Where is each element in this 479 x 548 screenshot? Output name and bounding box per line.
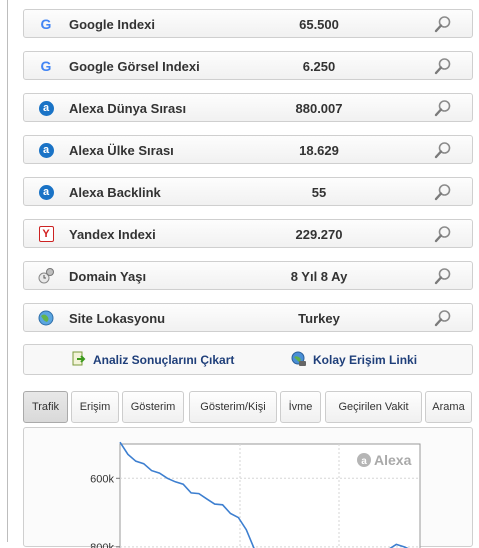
tab-3[interactable]: Gösterim [122, 391, 184, 423]
y-tick-label: 600k [90, 473, 114, 485]
traffic-chart: 600k 800k a Alexa [90, 441, 421, 548]
y-tick-label: 800k [90, 542, 114, 548]
stat-label: Yandex Indexi [69, 227, 156, 242]
traffic-chart-panel: 600k 800k a Alexa [23, 427, 473, 548]
stat-value: 6.250 [302, 59, 336, 74]
alexa-icon: a [38, 100, 54, 116]
export-results-link[interactable]: Analiz Sonuçlarını Çıkart [72, 351, 234, 367]
tab-4[interactable]: Gösterim/Kişi [189, 391, 277, 423]
stat-value: Turkey [298, 311, 340, 326]
magnifier-icon[interactable] [434, 309, 452, 327]
stat-value: 880.007 [295, 101, 343, 116]
alexa-watermark: Alexa [374, 452, 412, 468]
stat-row: a Alexa Dünya Sırası 880.007 [23, 93, 473, 122]
magnifier-icon[interactable] [434, 225, 452, 243]
action-bar: Analiz Sonuçlarını Çıkart Kolay Erişim L… [23, 344, 473, 375]
magnifier-icon[interactable] [434, 57, 452, 75]
magnifier-icon[interactable] [434, 15, 452, 33]
tab-2[interactable]: Erişim [71, 391, 119, 423]
yandex-icon: Y [38, 226, 54, 242]
tab-6[interactable]: Geçirilen Vakit [325, 391, 422, 423]
stat-label: Alexa Ülke Sırası [69, 143, 174, 158]
stat-label: Alexa Backlink [69, 185, 161, 200]
alexa-watermark-glyph: a [361, 456, 367, 467]
tab-5[interactable]: İvme [280, 391, 321, 423]
stat-row: Site Lokasyonu Turkey [23, 303, 473, 332]
stat-row: Y Yandex Indexi 229.270 [23, 219, 473, 248]
stat-row: a Alexa Backlink 55 [23, 177, 473, 206]
magnifier-icon[interactable] [434, 141, 452, 159]
magnifier-icon[interactable] [434, 99, 452, 117]
magnifier-icon[interactable] [434, 267, 452, 285]
stat-value: 18.629 [299, 143, 339, 158]
stat-value: 229.270 [295, 227, 343, 242]
stat-row: G Google Görsel Indexi 6.250 [23, 51, 473, 80]
stat-label: Alexa Dünya Sırası [69, 101, 187, 116]
stat-value: 8 Yıl 8 Ay [290, 269, 348, 284]
stats-list: G Google Indexi 65.500 G Google Görsel Index… [23, 9, 473, 345]
stat-row: Domain Yaşı 8 Yıl 8 Ay [23, 261, 473, 290]
globe-icon [38, 310, 54, 326]
google-icon: G [40, 58, 52, 74]
left-border [7, 0, 8, 542]
stat-label: Google Indexi [69, 17, 155, 32]
stat-value: 65.500 [299, 17, 339, 32]
stat-row: G Google Indexi 65.500 [23, 9, 473, 38]
export-arrow-icon [72, 351, 86, 366]
stat-label: Google Görsel Indexi [69, 59, 200, 74]
globe-link-icon [291, 351, 306, 366]
alexa-icon: a [38, 142, 54, 158]
stat-row: a Alexa Ülke Sırası 18.629 [23, 135, 473, 164]
stat-label: Site Lokasyonu [69, 311, 166, 326]
magnifier-icon[interactable] [434, 183, 452, 201]
tab-7[interactable]: Arama [425, 391, 472, 423]
alexa-icon: a [38, 184, 54, 200]
stat-value: 55 [311, 185, 327, 200]
tab-1[interactable]: Trafik [23, 391, 68, 423]
stat-label: Domain Yaşı [69, 269, 147, 284]
domain-age-icon [38, 268, 54, 284]
google-icon: G [40, 16, 52, 32]
easy-access-link[interactable]: Kolay Erişim Linki [291, 351, 417, 367]
